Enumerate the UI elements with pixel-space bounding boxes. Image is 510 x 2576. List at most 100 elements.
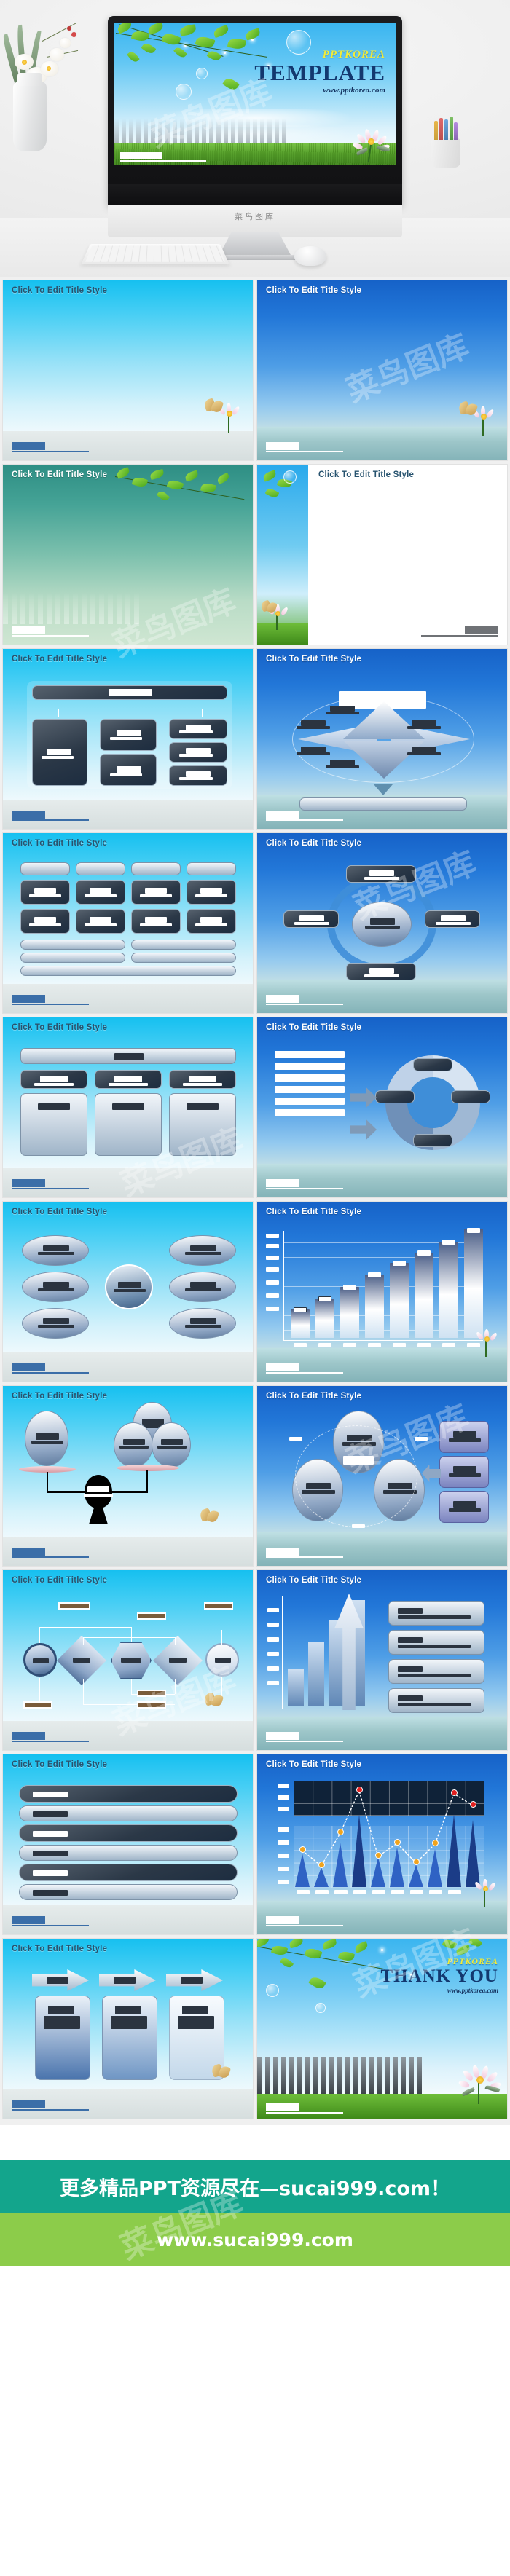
slide-footer-bar [266,1179,343,1189]
slide-thumbnail[interactable]: Click To Edit Title Style [2,648,254,830]
daisy-cluster [345,122,393,164]
slide-thumbnail[interactable]: Click To Edit Title Style [256,832,508,1014]
site-brand-label: 菜鸟图库 [235,212,275,221]
slide-title: Click To Edit Title Style [266,286,362,295]
slide-title: Click To Edit Title Style [12,1208,108,1216]
desktop-monitor: PPTKOREA TEMPLATE www.pptkorea.com [108,16,402,205]
butterfly-icon [198,1508,220,1525]
slide-title: Click To Edit Title Style [12,1576,108,1585]
thank-you-title: THANK YOU [380,1966,498,1986]
slide-title: Click To Edit Title Style [266,839,362,848]
hero-mockup: PPTKOREA TEMPLATE www.pptkorea.com 菜鸟图库 [0,0,510,277]
slide-title: Click To Edit Title Style [12,286,108,295]
slide-thumbnail[interactable]: Click To Edit Title Style [256,1385,508,1567]
cover-title-block: PPTKOREA TEMPLATE www.pptkorea.com [254,49,385,95]
daisy-cluster [465,1873,503,1907]
slide-thumbnail[interactable]: Click To Edit Title Style [256,648,508,830]
daisy-cluster [453,2059,502,2106]
monitor-screen: PPTKOREA TEMPLATE www.pptkorea.com [114,23,396,165]
slide-title: Click To Edit Title Style [266,1023,362,1032]
slide-row: Click To Edit Title Style [2,464,508,645]
site-banner[interactable]: www.sucai999.com [0,2213,510,2266]
cover-footer-rule [120,160,206,162]
slide-footer-bar [266,1363,343,1374]
cover-url: www.pptkorea.com [323,85,385,95]
slide-row: Click To Edit Title Style [2,648,508,830]
vase-neck [17,73,42,86]
slide-thumbnail[interactable]: Click To Edit Title Style [256,464,508,645]
slide-title: Click To Edit Title Style [266,1576,362,1585]
slide-footer-bar [12,1732,89,1742]
daisy-cluster [466,1323,504,1357]
slide-footer-bar [12,1548,89,1558]
slide-title: Click To Edit Title Style [12,839,108,848]
slide-footer-bar [266,2103,343,2114]
butterfly-icon [260,599,278,614]
flower-vase [13,82,47,151]
slide-thumbnail[interactable]: Click To Edit Title Style [256,1201,508,1382]
slide-thumbnail[interactable]: Click To Edit Title Style [2,1569,254,1751]
slide-title: Click To Edit Title Style [12,1945,108,1953]
slide-footer-bar [12,626,89,637]
slide-thumbnail[interactable]: Click To Edit Title Style [2,1201,254,1382]
slide-thumbnail[interactable]: Click To Edit Title Style [256,280,508,461]
slide-footer-bar [266,995,343,1005]
slide-title: Click To Edit Title Style [266,1760,362,1769]
slide-title: Click To Edit Title Style [266,1208,362,1216]
slide-thumbnail[interactable]: Click To Edit Title Style [2,1938,254,2119]
slide-thumbnail[interactable]: PPTKOREA THANK YOU www.pptkorea.com [256,1938,508,2119]
keyboard [81,243,230,264]
slide-footer-bar [12,995,89,1005]
slide-footer-bar [266,1732,343,1742]
cover-title: TEMPLATE [254,60,385,85]
trend-line [302,1789,474,1867]
slide-row: Click To Edit Title Style [2,1385,508,1567]
promo-banner: 更多精品PPT资源尽在—sucai999.com！ [0,2160,510,2213]
slide-row: Click To Edit Title Style [2,1569,508,1751]
slide-thumbnail[interactable]: Click To Edit Title Style [256,1754,508,1935]
slide-title: Click To Edit Title Style [12,1392,108,1401]
slide-thumbnail[interactable]: Click To Edit Title Style [2,1754,254,1935]
butterfly-icon [457,401,479,418]
slide-footer-bar [12,1363,89,1374]
slide-thumbnail[interactable]: Click To Edit Title Style [2,1385,254,1567]
thank-you-title-block: PPTKOREA THANK YOU www.pptkorea.com [380,1956,498,1994]
leaf-bough-decoration [108,465,253,510]
slide-title: Click To Edit Title Style [266,655,362,663]
butterfly-icon [203,398,224,415]
cover-footer-plate [120,152,162,159]
slide-row: Click To Edit Title Style [2,1017,508,1198]
mouse [294,246,326,266]
slide-footer-bar [12,1179,89,1189]
monitor-chin [108,184,402,205]
slide-thumbnail[interactable]: Click To Edit Title Style [2,1017,254,1198]
slide-thumbnail[interactable]: Click To Edit Title Style [256,1017,508,1198]
slide-footer-bar [421,626,498,637]
slide-title: Click To Edit Title Style [318,470,415,479]
thank-you-eyebrow: PPTKOREA [447,1956,498,1966]
slide-row: Click To Edit Title Style [2,832,508,1014]
slide-thumbnail[interactable]: Click To Edit Title Style [2,832,254,1014]
slide-thumbnail-grid: Click To Edit Title Style Click To Edit … [0,277,510,2125]
slide-footer-bar [12,442,89,452]
spacer [0,2125,510,2160]
slide-title: Click To Edit Title Style [12,470,108,479]
orchid-plant [1,19,83,92]
slide-row: Click To Edit Title Style [2,1938,508,2119]
city-skyline-silhouette [114,119,289,143]
thank-you-url: www.pptkorea.com [447,1987,498,1995]
slide-footer-bar [12,811,89,821]
slide-title: Click To Edit Title Style [12,1760,108,1769]
template-preview-page: PPTKOREA TEMPLATE www.pptkorea.com 菜鸟图库 … [0,0,510,2347]
slide-footer-bar [266,1916,343,1926]
promo-banner-text: 更多精品PPT资源尽在—sucai999.com！ [59,2177,451,2200]
leaf-bough-decoration [114,23,278,82]
pencil-cup [431,117,460,168]
slide-thumbnail[interactable]: Click To Edit Title Style [2,464,254,645]
slide-row: Click To Edit Title Style [2,1201,508,1382]
slide-row: Click To Edit Title Style [2,1754,508,1935]
leaf-bough-decoration [257,1939,397,1991]
slide-thumbnail[interactable]: Click To Edit Title Style [256,1569,508,1751]
page-footer-space [0,2266,510,2347]
slide-thumbnail[interactable]: Click To Edit Title Style [2,280,254,461]
